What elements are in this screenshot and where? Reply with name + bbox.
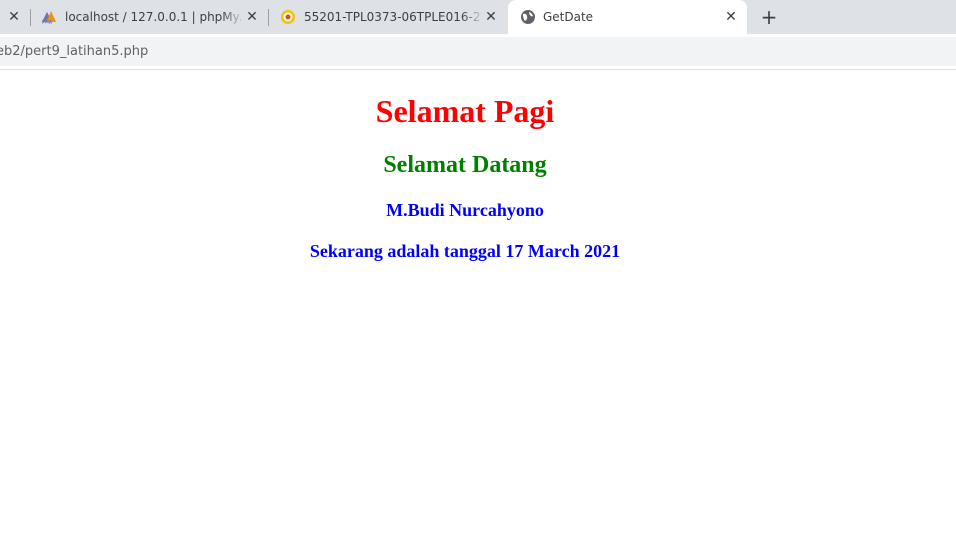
university-favicon: [280, 9, 296, 25]
author-name: M.Budi Nurcahyono: [386, 200, 544, 220]
tab-title-fade: [461, 0, 485, 34]
tab-phpmyadmin[interactable]: PMA localhost / 127.0.0.1 | phpMyAdmin ✕: [31, 0, 268, 34]
date-text: Sekarang adalah tanggal 17 March 2021: [309, 241, 621, 261]
tab-strip: ✕ PMA localhost / 127.0.0.1 | phpMyAdmin…: [0, 0, 956, 34]
close-icon[interactable]: ✕: [6, 9, 22, 25]
tab-getdate[interactable]: GetDate ✕: [508, 0, 747, 34]
new-tab-button[interactable]: +: [757, 5, 781, 29]
page-content: Selamat Pagi Selamat Datang M.Budi Nurca…: [0, 71, 956, 537]
tab-course[interactable]: 55201-TPL0373-06TPLE016-2020 ✕: [269, 0, 507, 34]
url-text[interactable]: eb2/pert9_latihan5.php: [0, 44, 148, 59]
tab-title-fade: [221, 0, 245, 34]
toolbar: eb2/pert9_latihan5.php: [0, 34, 956, 70]
greeting-heading: Selamat Pagi: [375, 93, 555, 129]
welcome-heading: Selamat Datang: [383, 152, 547, 178]
globe-icon: [520, 9, 536, 25]
tab-title: localhost / 127.0.0.1 | phpMyAdmin: [65, 10, 241, 24]
address-bar[interactable]: eb2/pert9_latihan5.php: [0, 37, 956, 66]
tab-title: 55201-TPL0373-06TPLE016-2020: [304, 10, 480, 24]
tab-previous[interactable]: ✕: [0, 0, 30, 34]
close-icon[interactable]: ✕: [723, 9, 739, 25]
close-icon[interactable]: ✕: [244, 9, 260, 25]
svg-text:PMA: PMA: [42, 20, 53, 25]
tab-title: GetDate: [543, 10, 594, 24]
close-icon[interactable]: ✕: [483, 9, 499, 25]
phpmyadmin-favicon: PMA: [41, 10, 57, 25]
